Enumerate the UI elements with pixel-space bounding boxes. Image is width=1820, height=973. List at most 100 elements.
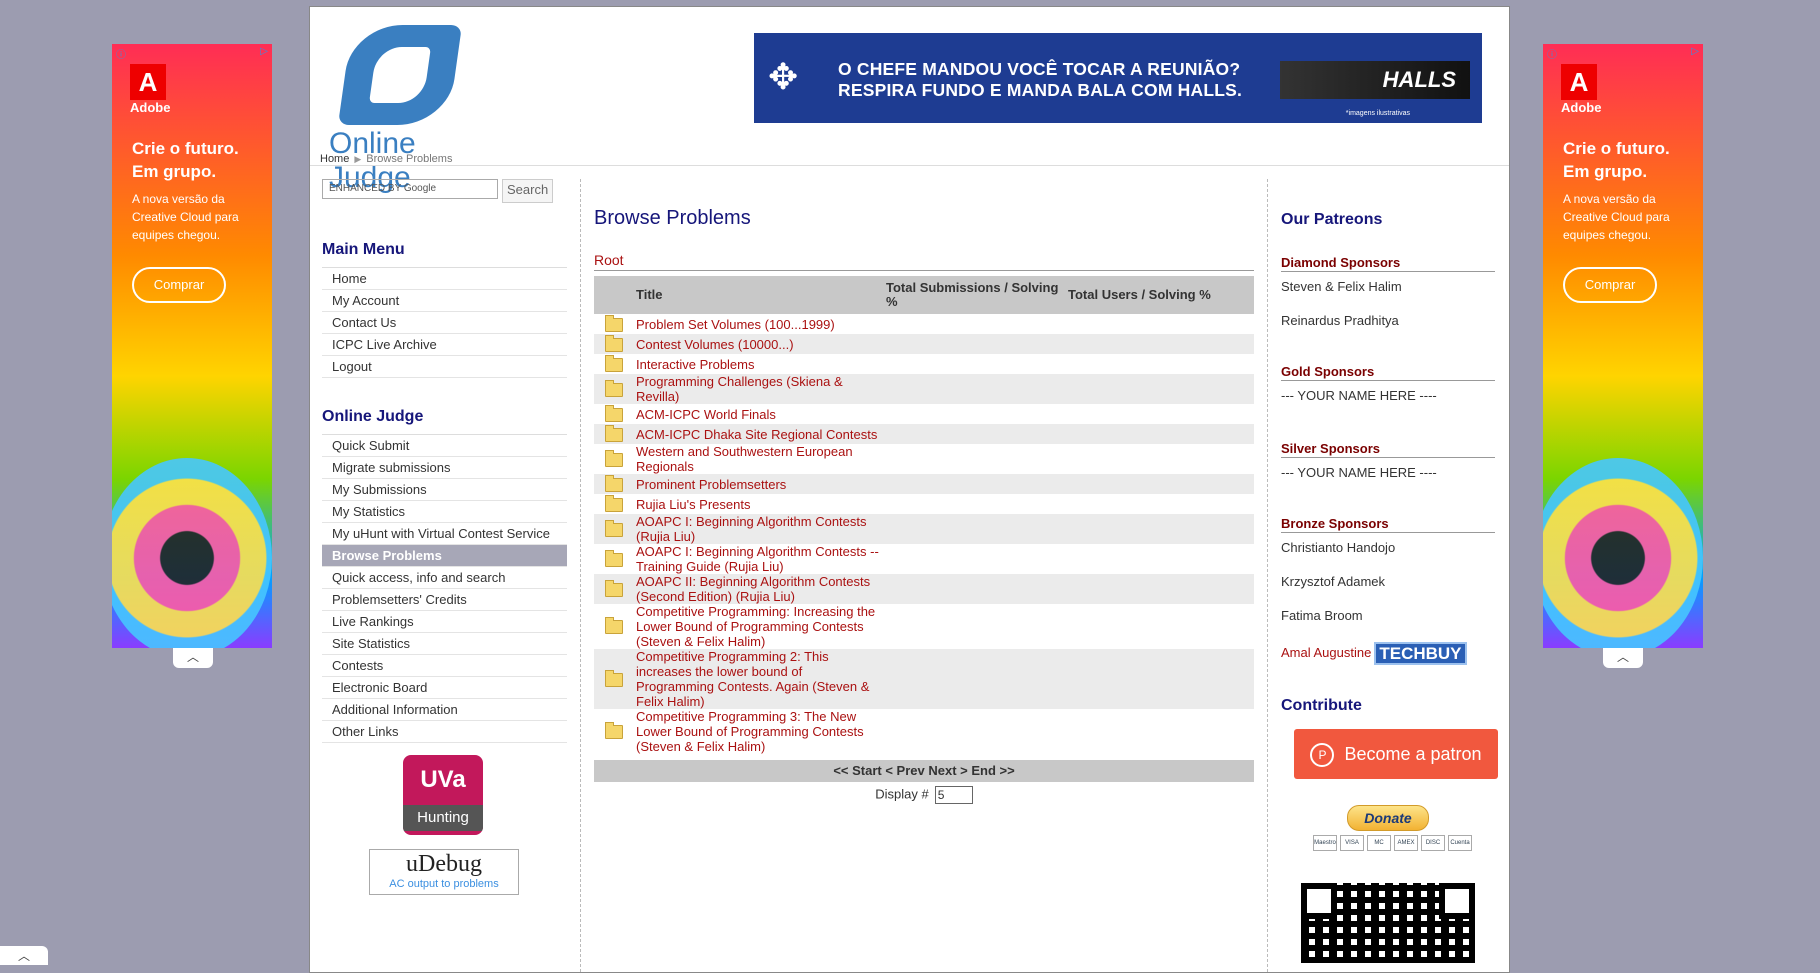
ad-headline: Crie o futuro. Em grupo. (132, 139, 239, 181)
menu-item-problemsetters-credits[interactable]: Problemsetters' Credits (322, 589, 567, 611)
table-row[interactable]: Competitive Programming 3: The New Lower… (594, 709, 1254, 754)
breadcrumb-home[interactable]: Home (320, 153, 349, 165)
diamond-sponsors-label: Diamond Sponsors (1281, 255, 1495, 272)
menu-item-other-links[interactable]: Other Links (322, 721, 567, 743)
menu-item-icpc-live-archive[interactable]: ICPC Live Archive (322, 334, 567, 356)
folder-icon (605, 334, 623, 352)
category-link[interactable]: AOAPC I: Beginning Algorithm Contests (R… (634, 514, 884, 544)
category-link[interactable]: ACM-ICPC Dhaka Site Regional Contests (634, 424, 884, 444)
category-link[interactable]: Programming Challenges (Skiena & Revilla… (634, 374, 884, 404)
banner-ad[interactable]: ✥ O CHEFE MANDOU VOCÊ TOCAR A REUNIÃO? RE… (754, 33, 1482, 123)
menu-item-quick-submit[interactable]: Quick Submit (322, 435, 567, 457)
category-link[interactable]: Western and Southwestern European Region… (634, 444, 884, 474)
category-link[interactable]: ACM-ICPC World Finals (634, 404, 884, 424)
sponsor-name: --- YOUR NAME HERE ---- (1281, 388, 1437, 403)
menu-item-site-statistics[interactable]: Site Statistics (322, 633, 567, 655)
bronze-sponsors-label: Bronze Sponsors (1281, 516, 1495, 533)
table-row[interactable]: AOAPC I: Beginning Algorithm Contests (R… (594, 514, 1254, 544)
table-row[interactable]: Competitive Programming: Increasing the … (594, 604, 1254, 649)
menu-item-my-submissions[interactable]: My Submissions (322, 479, 567, 501)
menu-item-my-statistics[interactable]: My Statistics (322, 501, 567, 523)
header-users[interactable]: Total Users / Solving % (1066, 276, 1254, 314)
menu-item-additional-information[interactable]: Additional Information (322, 699, 567, 721)
ad-headline: Crie o futuro. Em grupo. (1563, 139, 1670, 181)
folder-icon (605, 579, 623, 597)
search-input[interactable]: ENHANCED BY Google (322, 179, 498, 199)
menu-item-migrate-submissions[interactable]: Migrate submissions (322, 457, 567, 479)
menu-item-my-uhunt[interactable]: My uHunt with Virtual Contest Service (322, 523, 567, 545)
category-link[interactable]: Contest Volumes (10000...) (634, 334, 884, 354)
patreon-icon: P (1310, 743, 1335, 768)
menu-item-my-account[interactable]: My Account (322, 290, 567, 312)
menu-item-contests[interactable]: Contests (322, 655, 567, 677)
table-row[interactable]: Rujia Liu's Presents (594, 494, 1254, 514)
bank-account-icon: Cuenta (1448, 835, 1472, 851)
folder-icon (605, 519, 623, 537)
table-row[interactable]: Problem Set Volumes (100...1999) (594, 314, 1254, 334)
ad-collapse-left[interactable]: ︿ (173, 648, 213, 668)
table-row[interactable]: Competitive Programming 2: This increase… (594, 649, 1254, 709)
table-row[interactable]: AOAPC II: Beginning Algorithm Contests (… (594, 574, 1254, 604)
category-link[interactable]: AOAPC II: Beginning Algorithm Contests (… (634, 574, 884, 604)
pagination[interactable]: << Start < Prev Next > End >> (594, 760, 1254, 782)
header-title[interactable]: Title (634, 276, 884, 314)
menu-item-browse-problems[interactable]: Browse Problems (322, 545, 567, 567)
table-row[interactable]: Programming Challenges (Skiena & Revilla… (594, 374, 1254, 404)
category-link[interactable]: Competitive Programming 3: The New Lower… (634, 709, 884, 754)
header-submissions[interactable]: Total Submissions / Solving % (884, 276, 1066, 314)
adchoices-icon[interactable]: ▷ (1691, 46, 1699, 57)
menu-item-contact-us[interactable]: Contact Us (322, 312, 567, 334)
donate-button[interactable]: Donate (1347, 805, 1429, 831)
table-row[interactable]: Interactive Problems (594, 354, 1254, 374)
uva-hunting-logo[interactable]: UVa Hunting (403, 755, 483, 835)
site-logo[interactable]: Online Judge (325, 19, 485, 194)
menu-item-electronic-board[interactable]: Electronic Board (322, 677, 567, 699)
page-container: Online Judge Home ▶ Browse Problems ✥ O CH… (309, 6, 1510, 973)
maestro-icon: Maestro (1313, 835, 1337, 851)
table-row[interactable]: Contest Volumes (10000...) (594, 334, 1254, 354)
display-label: Display # (875, 786, 929, 802)
sponsor-name: --- YOUR NAME HERE ---- (1281, 465, 1437, 480)
category-link[interactable]: Rujia Liu's Presents (634, 494, 884, 514)
table-row[interactable]: ACM-ICPC Dhaka Site Regional Contests (594, 424, 1254, 444)
menu-item-logout[interactable]: Logout (322, 356, 567, 378)
folder-icon (605, 424, 623, 442)
ad-artwork (112, 458, 272, 648)
sponsor-name-link[interactable]: Amal Augustine TECHBUY (1281, 642, 1495, 665)
page-title: Browse Problems (594, 207, 751, 229)
category-link[interactable]: Prominent Problemsetters (634, 474, 884, 494)
menu-item-home[interactable]: Home (322, 268, 567, 290)
category-link[interactable]: AOAPC I: Beginning Algorithm Contests --… (634, 544, 884, 574)
ad-info-icon[interactable]: ⓘ (116, 46, 126, 61)
table-row[interactable]: Prominent Problemsetters (594, 474, 1254, 494)
ad-cta-button[interactable]: Comprar (1563, 267, 1657, 303)
become-patron-button[interactable]: P Become a patron (1294, 729, 1498, 779)
category-link[interactable]: Competitive Programming 2: This increase… (634, 649, 884, 709)
bottom-ad-toggle[interactable]: ︿ (0, 946, 48, 965)
online-judge-menu-title: Online Judge (322, 408, 424, 425)
search-button[interactable]: Search (502, 179, 554, 203)
menu-item-quick-access[interactable]: Quick access, info and search (322, 567, 567, 589)
table-row[interactable]: AOAPC I: Beginning Algorithm Contests --… (594, 544, 1254, 574)
gold-sponsors-label: Gold Sponsors (1281, 364, 1495, 381)
adchoices-icon[interactable]: ▷ (260, 46, 268, 57)
ad-collapse-right[interactable]: ︿ (1603, 648, 1643, 668)
contribute-title: Contribute (1281, 697, 1362, 714)
category-link[interactable]: Interactive Problems (634, 354, 884, 374)
ad-cta-button[interactable]: Comprar (132, 267, 226, 303)
payment-cards: Maestro VISA MC AMEX DISC Cuenta (1313, 835, 1495, 851)
side-ad-left[interactable]: ⓘ ▷ A Adobe Crie o futuro. Em grupo. A no… (112, 44, 272, 648)
menu-item-live-rankings[interactable]: Live Rankings (322, 611, 567, 633)
breadcrumb-arrow-icon: ▶ (354, 154, 362, 164)
table-row[interactable]: ACM-ICPC World Finals (594, 404, 1254, 424)
side-ad-right[interactable]: ⓘ ▷ A Adobe Crie o futuro. Em grupo. A no… (1543, 44, 1703, 648)
table-row[interactable]: Western and Southwestern European Region… (594, 444, 1254, 474)
ad-info-icon[interactable]: ⓘ (1547, 46, 1557, 61)
chevron-up-icon: ︿ (1616, 650, 1629, 664)
display-count-select[interactable]: 5 (934, 786, 973, 804)
udebug-logo[interactable]: uDebug AC output to problems (369, 849, 519, 895)
category-link[interactable]: Competitive Programming: Increasing the … (634, 604, 884, 649)
category-root-link[interactable]: Root (594, 252, 1254, 271)
category-link[interactable]: Problem Set Volumes (100...1999) (634, 314, 884, 334)
techbuy-logo[interactable]: TECHBUY (1374, 642, 1467, 665)
